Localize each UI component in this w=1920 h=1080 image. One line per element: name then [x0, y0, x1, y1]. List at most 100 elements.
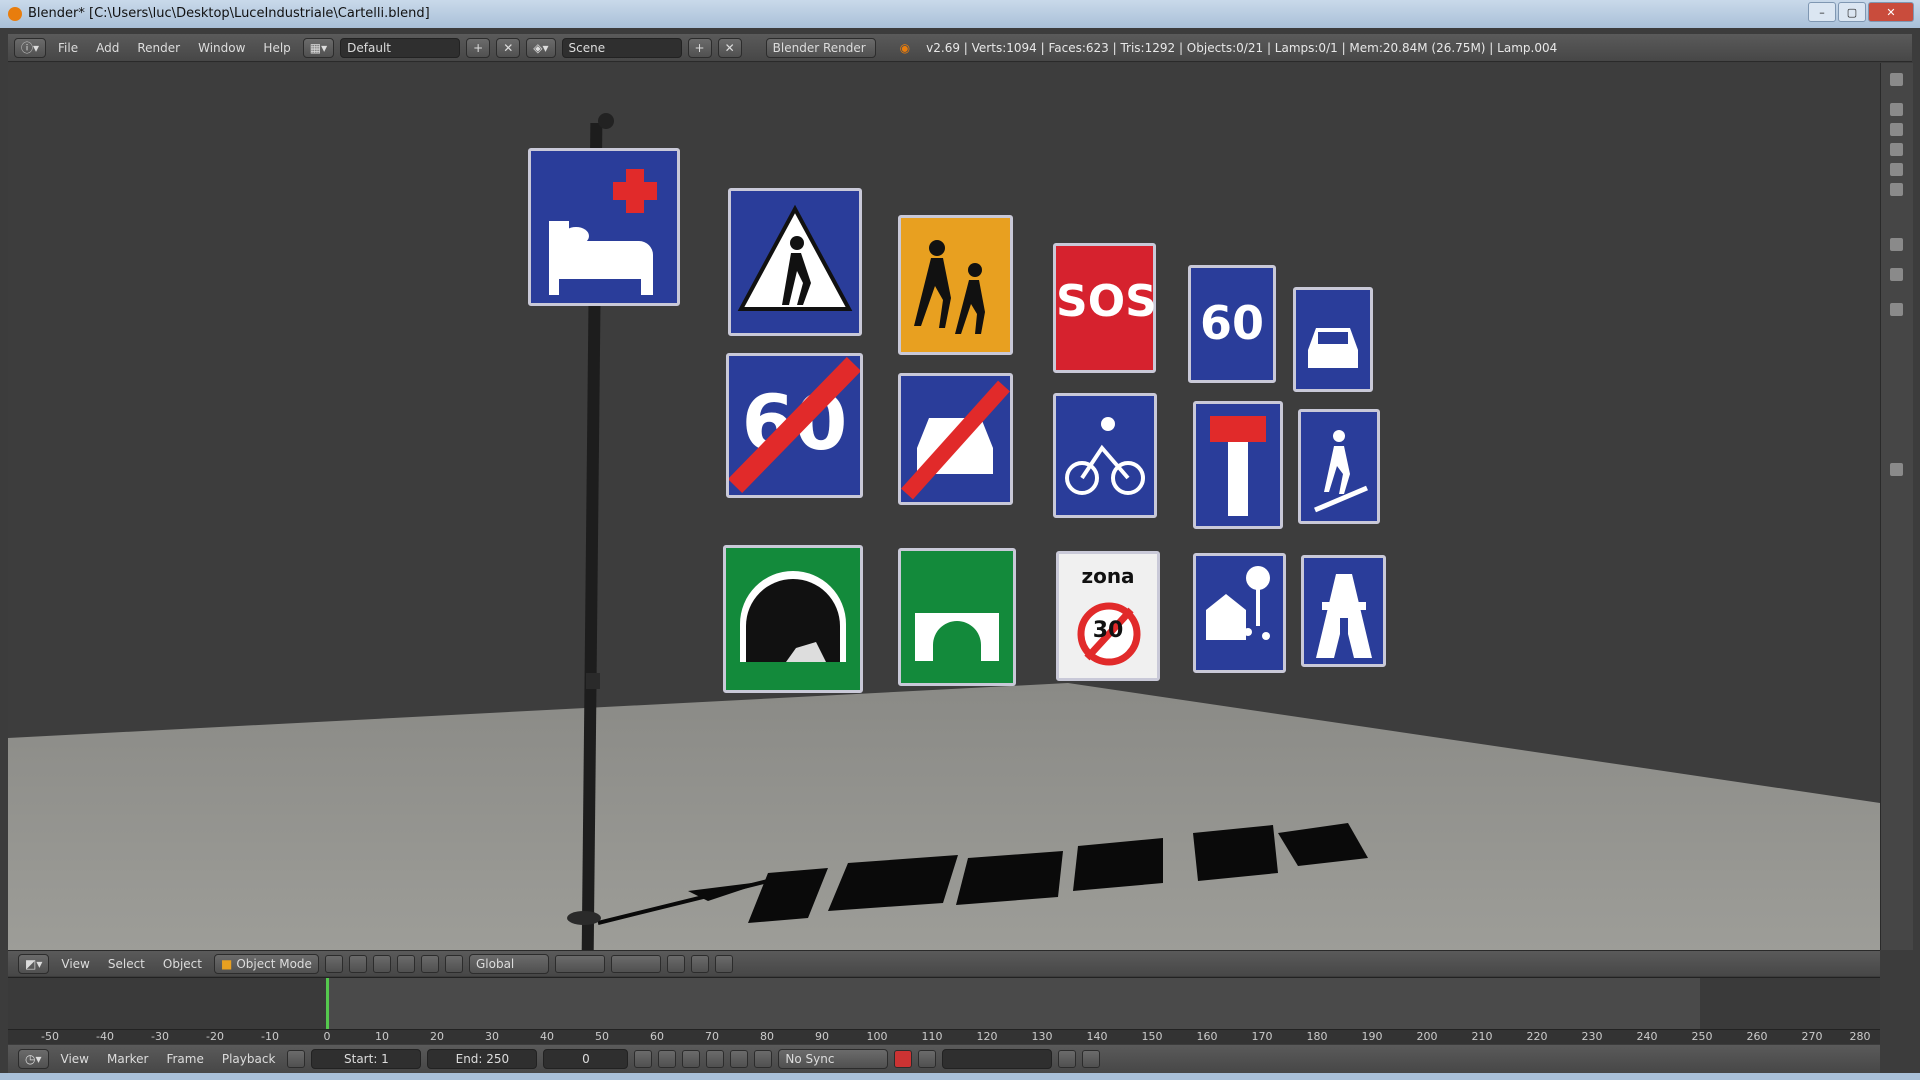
preview-range-icon[interactable] — [287, 1050, 306, 1068]
scene-outliner-icon[interactable] — [1890, 73, 1903, 86]
keying-set-field[interactable] — [942, 1049, 1053, 1069]
toolshelf-right[interactable] — [1880, 63, 1913, 950]
play-reverse-icon[interactable] — [682, 1050, 701, 1068]
menu-file[interactable]: File — [52, 41, 84, 55]
menu-view[interactable]: View — [55, 957, 95, 971]
render-engine-select[interactable]: Blender Render — [765, 37, 876, 58]
minimize-button[interactable]: – — [1808, 2, 1836, 22]
next-keyframe-icon[interactable] — [730, 1050, 749, 1068]
layer-icon[interactable] — [1890, 163, 1903, 176]
menu-window[interactable]: Window — [192, 41, 251, 55]
sos-label: SOS — [1056, 276, 1157, 327]
play-icon[interactable] — [706, 1050, 725, 1068]
ground-plane — [8, 683, 1880, 950]
translate-icon[interactable] — [396, 954, 415, 973]
speed-60-label: 60 — [1199, 296, 1264, 350]
sign-dead-end — [1193, 401, 1283, 529]
sign-end-speed-60: 60 — [726, 353, 863, 498]
thirty-label: 30 — [1092, 618, 1124, 643]
sign-sos: SOS — [1053, 243, 1157, 373]
end-frame-field[interactable]: End: 250 — [427, 1049, 538, 1069]
layers-grid[interactable] — [554, 954, 605, 973]
viewport-shading-icon[interactable] — [324, 954, 343, 973]
window-bottom-border — [0, 1073, 1920, 1080]
properties-icon[interactable] — [1890, 238, 1903, 251]
current-frame-field[interactable]: 0 — [543, 1049, 629, 1069]
object-mode-select[interactable]: ■ Object Mode — [213, 953, 319, 974]
start-frame-field[interactable]: Start: 1 — [311, 1049, 422, 1069]
scene-field[interactable]: Scene — [561, 37, 682, 58]
menu-select[interactable]: Select — [102, 957, 151, 971]
scene-render — [8, 113, 1880, 950]
current-frame-marker[interactable] — [326, 978, 329, 1030]
layer-icon[interactable] — [1890, 143, 1903, 156]
sign-pedestrian-zone — [1298, 409, 1380, 524]
sign-pedestrian-crossing — [728, 188, 862, 336]
add-scene-button[interactable]: + — [687, 37, 712, 58]
layer-icon[interactable] — [1890, 103, 1903, 116]
prev-keyframe-icon[interactable] — [658, 1050, 677, 1068]
sign-motor-vehicles — [1293, 287, 1373, 392]
timeline-header: ◷▾ View Marker Frame Playback Start: 1 E… — [8, 1045, 1880, 1073]
remove-scene-button[interactable]: ✕ — [717, 37, 742, 58]
menu-help[interactable]: Help — [257, 41, 296, 55]
world-icon[interactable] — [1890, 303, 1903, 316]
menu-render[interactable]: Render — [131, 41, 186, 55]
transform-orientation-select[interactable]: Global — [468, 953, 549, 974]
sign-residential-zone — [1193, 553, 1286, 673]
manipulator-icon[interactable] — [372, 954, 391, 973]
sync-mode-select[interactable]: No Sync — [778, 1049, 889, 1069]
rotate-icon[interactable] — [420, 954, 439, 973]
timeline-menu-playback[interactable]: Playback — [216, 1052, 282, 1066]
delete-keyframe-icon[interactable] — [1082, 1050, 1101, 1068]
close-button[interactable]: ✕ — [1868, 2, 1914, 22]
pivot-point-icon[interactable] — [348, 954, 367, 973]
sign-cycle-path — [1053, 393, 1157, 518]
sign-bridge — [898, 548, 1016, 686]
3d-viewport[interactable]: SOS 60 60 — [8, 63, 1880, 950]
sign-school — [898, 215, 1013, 355]
sign-motorway — [1301, 555, 1386, 667]
sign-speed-60: 60 — [1188, 265, 1276, 383]
object-mode-icon: ■ — [220, 956, 233, 971]
layers-grid-2[interactable] — [610, 954, 661, 973]
timeline-menu-view[interactable]: View — [55, 1052, 95, 1066]
timeline-menu-marker[interactable]: Marker — [101, 1052, 154, 1066]
keying-set-icon[interactable] — [918, 1050, 937, 1068]
render-properties-icon[interactable] — [1890, 268, 1903, 281]
timeline-ruler: -50 -40 -30 -20 -10 0 10 20 30 40 50 60 … — [8, 1029, 1880, 1044]
jump-end-icon[interactable] — [754, 1050, 773, 1068]
sign-end-motor-vehicles — [898, 373, 1013, 505]
scene-icon[interactable]: ◈▾ — [526, 37, 556, 58]
window-titlebar: Blender* [C:\Users\luc\Desktop\LuceIndus… — [0, 0, 1920, 28]
add-layout-button[interactable]: + — [466, 37, 491, 58]
sign-hospital — [528, 148, 680, 306]
sign-tunnel — [723, 545, 863, 693]
proportional-edit-icon[interactable] — [690, 954, 709, 973]
menu-object[interactable]: Object — [157, 957, 208, 971]
add-icon[interactable] — [1890, 463, 1903, 476]
insert-keyframe-icon[interactable] — [1058, 1050, 1077, 1068]
jump-start-icon[interactable] — [634, 1050, 653, 1068]
info-icon[interactable]: ⓘ▾ — [14, 37, 47, 58]
record-icon[interactable] — [894, 1050, 913, 1068]
remove-layout-button[interactable]: ✕ — [496, 37, 521, 58]
window-title: Blender* [C:\Users\luc\Desktop\LuceIndus… — [28, 6, 430, 21]
menu-add[interactable]: Add — [90, 41, 125, 55]
view3d-icon[interactable]: ◩▾ — [18, 953, 50, 974]
timeline-menu-frame[interactable]: Frame — [160, 1052, 209, 1066]
screen-layout-icon[interactable]: ▦▾ — [302, 37, 335, 58]
snap-icon[interactable] — [666, 954, 685, 973]
maximize-button[interactable]: ▢ — [1838, 2, 1866, 22]
layer-icon[interactable] — [1890, 183, 1903, 196]
render-preview-icon[interactable] — [714, 954, 733, 973]
render-icon: ◉ — [899, 40, 911, 55]
layer-icon[interactable] — [1890, 123, 1903, 136]
layout-field[interactable]: Default — [340, 37, 461, 58]
timeline-area[interactable] — [8, 977, 1880, 1030]
scale-icon[interactable] — [444, 954, 463, 973]
sign-zona-30: zona 30 — [1056, 551, 1160, 681]
timeline-icon[interactable]: ◷▾ — [18, 1049, 49, 1069]
info-header: ⓘ▾ File Add Render Window Help ▦▾ Defaul… — [8, 34, 1912, 62]
object-mode-label: Object Mode — [236, 956, 312, 971]
